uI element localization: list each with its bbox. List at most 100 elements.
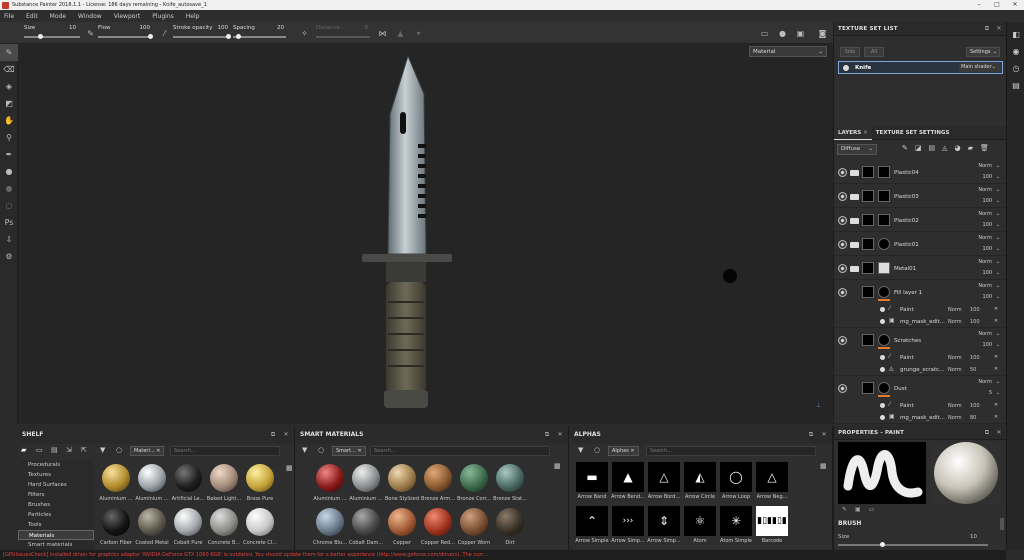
shelf-search-input[interactable]: Search...: [170, 446, 280, 456]
visibility-eye-icon[interactable]: [839, 169, 846, 176]
flow-slider-handle[interactable]: [148, 34, 153, 39]
arrow-simple-multi-icon[interactable]: ›››: [612, 506, 644, 536]
arrow-circle-icon[interactable]: ◭: [684, 462, 716, 492]
size-value[interactable]: 10: [64, 25, 76, 31]
shelf-category[interactable]: Brushes: [18, 500, 94, 510]
menu-edit[interactable]: Edit: [26, 13, 38, 20]
chevron-down-icon[interactable]: ⌄: [996, 342, 1000, 348]
blend-mode[interactable]: Norm: [948, 403, 962, 409]
blend-mode[interactable]: Norm: [978, 283, 992, 289]
lighting-icon[interactable]: ●: [778, 29, 787, 38]
clear-filter-icon[interactable]: ○: [594, 446, 600, 454]
menu-viewport[interactable]: Viewport: [114, 13, 141, 20]
maximize-button[interactable]: □: [988, 0, 1006, 10]
smart-material-thumbnail[interactable]: [352, 508, 380, 536]
menu-help[interactable]: Help: [186, 13, 200, 20]
remove-effect-icon[interactable]: ✕: [994, 366, 998, 372]
layer-row[interactable]: Plastic04 Norm ⌄ 100 ⌄: [834, 160, 1006, 184]
material-thumbnail[interactable]: [246, 464, 274, 492]
screenshot-icon[interactable]: ◙: [818, 29, 827, 38]
smudge-icon[interactable]: ✋: [0, 112, 18, 129]
color-picker-icon[interactable]: ✒: [0, 146, 18, 163]
close-button[interactable]: ✕: [1006, 0, 1024, 10]
close-panel-icon[interactable]: ✕: [819, 426, 829, 444]
smart-material-thumbnail[interactable]: [496, 464, 524, 492]
add-layer-icon[interactable]: ▤: [929, 144, 936, 152]
effect-row[interactable]: ⁄ Paint Norm 100 ✕: [834, 352, 1006, 364]
menu-window[interactable]: Window: [78, 13, 102, 20]
add-mask-icon[interactable]: ◪: [915, 144, 922, 152]
close-panel-icon[interactable]: ✕: [281, 426, 291, 444]
shelf-category[interactable]: Tools: [18, 520, 94, 530]
spacing-slider-handle[interactable]: [236, 34, 241, 39]
shelf-category[interactable]: Smart materials: [18, 540, 94, 550]
visibility-eye-icon[interactable]: [880, 403, 885, 408]
blend-mode[interactable]: Norm: [948, 415, 962, 421]
stroke-opacity-slider[interactable]: [173, 36, 230, 38]
add-fill-icon[interactable]: ◬: [942, 144, 947, 152]
settings-gear-icon[interactable]: ⚙: [0, 248, 18, 265]
visibility-eye-icon[interactable]: [839, 265, 846, 272]
grid-view-icon[interactable]: ▦: [554, 462, 561, 470]
3d-viewport[interactable]: Material ⌄ ⊥: [18, 44, 833, 424]
close-chip-icon[interactable]: ✕: [630, 448, 634, 454]
layer-row[interactable]: Plastic03 Norm ⌄ 100 ⌄: [834, 184, 1006, 208]
smart-material-thumbnail[interactable]: [424, 464, 452, 492]
chevron-down-icon[interactable]: ⌄: [996, 283, 1000, 289]
float-panel-icon[interactable]: ⧉: [268, 426, 278, 444]
menu-plugins[interactable]: Plugins: [152, 13, 174, 20]
delete-layer-icon[interactable]: 🗑: [980, 144, 989, 152]
chevron-down-icon[interactable]: ⌄: [996, 235, 1000, 241]
filter-icon[interactable]: ▼: [100, 446, 105, 454]
paint-brush-icon[interactable]: ✎: [0, 44, 18, 61]
brush-size-value[interactable]: 10: [970, 534, 977, 540]
symmetry-icon[interactable]: ⋈: [378, 29, 387, 38]
close-chip-icon[interactable]: ✕: [156, 448, 160, 454]
arrow-border-icon[interactable]: △: [648, 462, 680, 492]
smart-material-thumbnail[interactable]: [460, 508, 488, 536]
solo-button[interactable]: Solo: [840, 47, 860, 57]
filter-icon[interactable]: ▼: [578, 446, 583, 454]
stroke-opacity-handle[interactable]: [226, 34, 231, 39]
blend-mode[interactable]: Norm: [978, 331, 992, 337]
visibility-eye-icon[interactable]: [839, 337, 846, 344]
layer-opacity[interactable]: 100: [982, 198, 992, 204]
brush-stencil-icon[interactable]: ▭: [869, 506, 875, 513]
new-folder-icon[interactable]: ▭: [36, 446, 43, 454]
history-icon[interactable]: ◷: [1007, 60, 1024, 77]
add-folder-icon[interactable]: ▰: [968, 144, 973, 152]
material-thumbnail[interactable]: [210, 508, 238, 536]
blend-mode[interactable]: Norm: [948, 319, 962, 325]
texture-set-icon[interactable]: ◧: [1007, 26, 1024, 43]
brush-preset-icon[interactable]: ✎: [842, 506, 847, 513]
brush-size-slider[interactable]: [838, 544, 988, 546]
eraser-icon[interactable]: ⌫: [0, 61, 18, 78]
effect-row[interactable]: ⁄ Paint Norm 100 ✕: [834, 400, 1006, 412]
shelf-category[interactable]: Particles: [18, 510, 94, 520]
spacing-value[interactable]: 20: [272, 25, 284, 31]
layer-opacity[interactable]: 100: [982, 246, 992, 252]
layer-row[interactable]: Plastic02 Norm ⌄ 100 ⌄: [834, 208, 1006, 232]
atom-icon[interactable]: ⚛: [684, 506, 716, 536]
close-panel-icon[interactable]: ✕: [994, 426, 1004, 440]
polygon-fill-icon[interactable]: ◩: [0, 95, 18, 112]
chevron-down-icon[interactable]: ⌄: [996, 163, 1000, 169]
remove-effect-icon[interactable]: ✕: [994, 318, 998, 324]
visibility-eye-icon[interactable]: [880, 319, 885, 324]
mirror-icon[interactable]: ▲: [396, 29, 405, 38]
pen-pressure-icon[interactable]: ⁄: [160, 29, 169, 38]
layer-opacity[interactable]: 100: [982, 294, 992, 300]
visibility-eye-icon[interactable]: [880, 367, 885, 372]
effect-opacity[interactable]: 100: [970, 403, 980, 409]
layer-row[interactable]: Fill layer 1 Norm ⌄ 100 ⌄ ⁄ Paint Norm 100…: [834, 280, 1006, 328]
atom-simple-icon[interactable]: ✳: [720, 506, 752, 536]
log-icon[interactable]: ▤: [1007, 77, 1024, 94]
viewport-mode-select[interactable]: Material ⌄: [749, 46, 827, 57]
smart-material-thumbnail[interactable]: [496, 508, 524, 536]
pen-pressure-icon[interactable]: ✎: [86, 29, 95, 38]
float-panel-icon[interactable]: ⧉: [982, 426, 992, 440]
chevron-down-icon[interactable]: ⌄: [996, 294, 1000, 300]
add-smart-material-icon[interactable]: ◕: [955, 144, 961, 152]
texture-set-knife[interactable]: Knife Main shader⌄: [838, 61, 1003, 74]
shader-settings-icon[interactable]: ◉: [1007, 43, 1024, 60]
